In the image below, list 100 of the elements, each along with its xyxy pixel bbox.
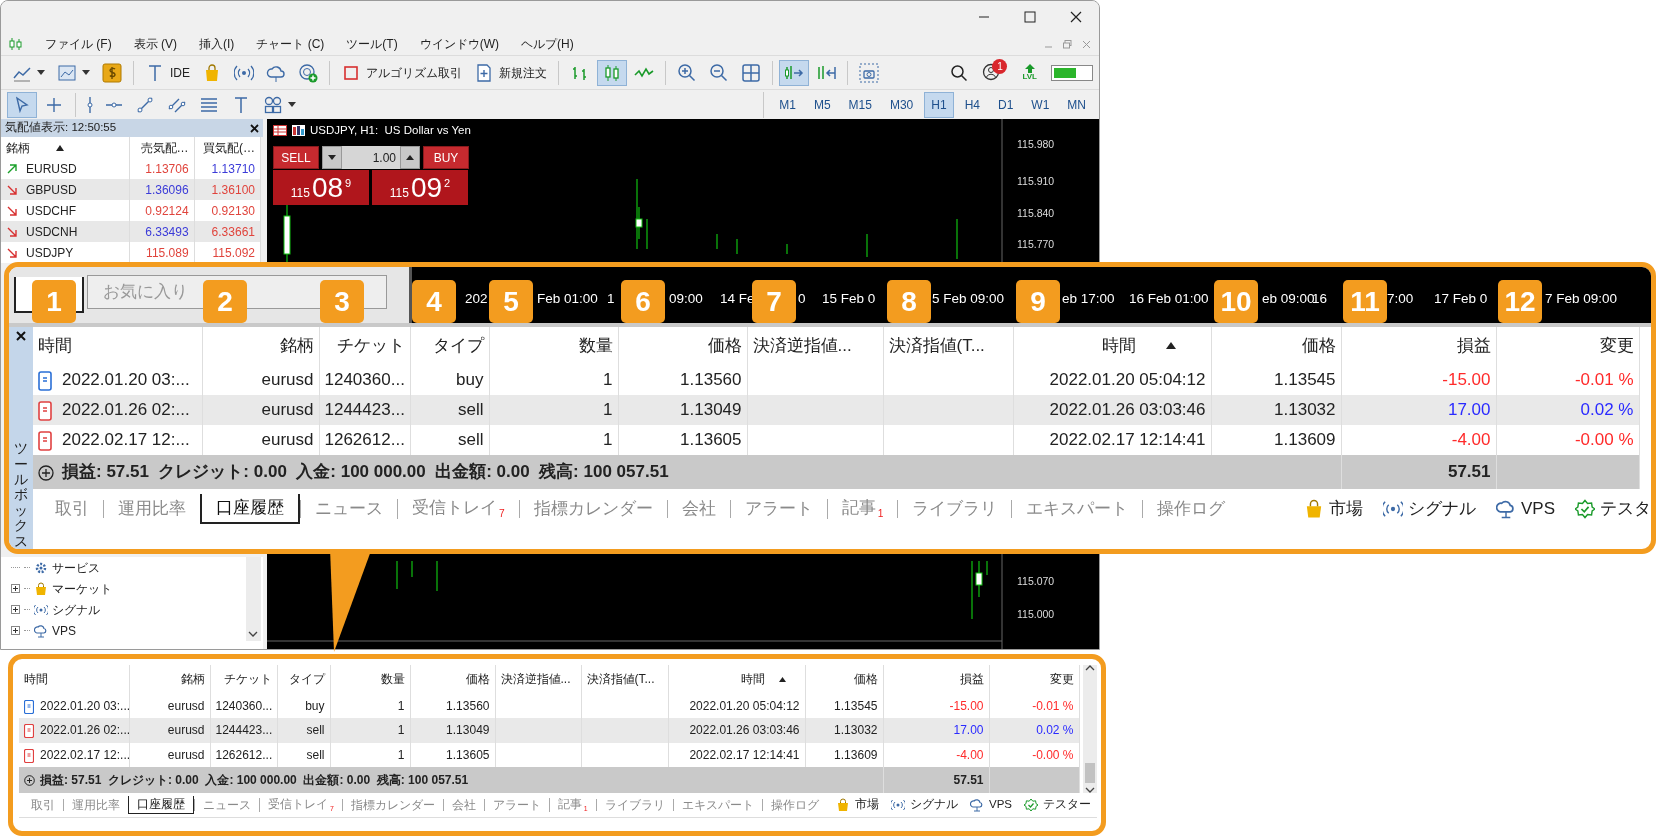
restore-icon[interactable] xyxy=(1063,39,1072,49)
menu-item[interactable]: 挿入(I) xyxy=(199,35,235,53)
timeframe-button[interactable]: M30 xyxy=(882,91,921,118)
panel-tab[interactable]: ライブラリ xyxy=(897,499,1012,519)
column-header[interactable]: 決済指値(T... xyxy=(581,665,668,694)
notifications-button[interactable]: 1 xyxy=(982,62,1009,83)
timeframe-button[interactable]: M5 xyxy=(806,91,838,118)
panel-tab[interactable]: 操作ログ xyxy=(1142,499,1240,519)
arrow-up-icon[interactable] xyxy=(406,155,414,160)
timeframe-button[interactable]: H4 xyxy=(957,91,987,118)
menu-item[interactable]: ヘルプ(H) xyxy=(521,35,574,53)
panel-tab[interactable]: 受信トレイ $_{7}$ xyxy=(259,797,342,813)
column-header[interactable]: チケット xyxy=(319,327,410,365)
scrollbar[interactable] xyxy=(246,557,261,641)
expand-icon[interactable] xyxy=(11,605,20,614)
column-header[interactable]: チケット xyxy=(210,665,277,694)
timeframe-button[interactable]: H1 xyxy=(924,91,954,118)
market-tab[interactable]: 市場 xyxy=(836,796,879,814)
column-header[interactable]: 価格 xyxy=(410,665,495,694)
panel-tab[interactable]: エキスパート xyxy=(1011,499,1143,519)
panel-tab[interactable]: 取引 xyxy=(23,798,63,812)
chart-list-icon[interactable] xyxy=(273,125,287,137)
expand-icon[interactable] xyxy=(24,775,35,787)
panel-tab[interactable]: ライブラリ xyxy=(595,798,673,812)
close-icon[interactable] xyxy=(1070,11,1082,23)
chevron-up-icon[interactable] xyxy=(1085,665,1095,671)
column-header[interactable]: 決済逆指値... xyxy=(747,327,883,365)
expand-icon[interactable] xyxy=(11,584,20,593)
ide-button[interactable]: IDE xyxy=(140,59,195,86)
menu-item[interactable]: ウインドウ(W) xyxy=(419,35,499,53)
timeframe-button[interactable]: D1 xyxy=(991,91,1021,118)
column-header[interactable]: 価格 xyxy=(1211,327,1341,365)
panel-tab[interactable]: 指標カレンダー xyxy=(518,499,667,519)
expand-icon[interactable] xyxy=(11,626,20,635)
column-header[interactable]: 変更 xyxy=(1496,327,1639,365)
navigator-item[interactable]: シグナル xyxy=(1,599,263,620)
candles-button[interactable] xyxy=(597,59,627,86)
order-button[interactable]: 新規注文 xyxy=(469,59,552,86)
chevron-down-icon[interactable] xyxy=(1085,787,1095,793)
scrollbar[interactable] xyxy=(1083,665,1097,793)
column-header[interactable]: 時間 xyxy=(1013,327,1211,365)
panel-tab[interactable]: 受信トレイ$_{7}$ xyxy=(397,498,519,520)
timeframe-button[interactable]: M1 xyxy=(772,91,803,118)
arrow-down-icon[interactable] xyxy=(328,155,336,160)
cursor-tool-button[interactable] xyxy=(7,91,37,118)
panel-tab[interactable]: 口座履歴 xyxy=(200,493,300,525)
panel-tab[interactable]: アラート xyxy=(483,798,549,812)
timeframe-button[interactable]: MN xyxy=(1060,91,1093,118)
vps-tab[interactable]: VPS xyxy=(1495,496,1555,522)
panel-tab[interactable]: エキスパート xyxy=(672,798,762,812)
column-header[interactable]: タイプ xyxy=(277,665,330,694)
navigator-item[interactable]: サービス xyxy=(1,557,263,578)
column-header[interactable]: 売気配… xyxy=(129,137,195,158)
column-header[interactable]: 数量 xyxy=(330,665,410,694)
column-header[interactable]: 価格 xyxy=(805,665,883,694)
column-header[interactable]: 買気配(… xyxy=(194,137,261,158)
panel-tab[interactable]: 指標カレンダー xyxy=(341,798,443,812)
column-header[interactable]: 時間 xyxy=(668,665,805,694)
autoscroll-button[interactable] xyxy=(779,59,809,86)
column-header[interactable]: 価格 xyxy=(618,327,747,365)
sell-button[interactable]: SELL xyxy=(273,146,319,169)
panel-tab[interactable]: 記事$_{1}$ xyxy=(826,498,898,520)
column-header[interactable]: 時間 xyxy=(19,665,129,694)
column-header[interactable]: 銘柄 xyxy=(1,137,130,158)
scroll-thumb[interactable] xyxy=(1085,763,1095,783)
panel-tab[interactable]: 会社 xyxy=(442,798,484,812)
column-header[interactable]: 損益 xyxy=(883,665,989,694)
panel-tab[interactable]: 口座履歴 xyxy=(128,796,194,814)
close-icon[interactable] xyxy=(16,331,26,341)
chart-bars-icon[interactable] xyxy=(292,125,305,137)
algo-button[interactable]: アルゴリズム取引 xyxy=(336,59,467,86)
column-header[interactable]: 決済逆指値... xyxy=(495,665,581,694)
buy-button[interactable]: BUY xyxy=(423,146,469,169)
signal-tab[interactable]: シグナル xyxy=(891,796,958,814)
panel-tab[interactable]: アラート xyxy=(729,499,827,519)
menu-item[interactable]: 表示 (V) xyxy=(133,35,177,53)
navigator-item[interactable]: VPS xyxy=(1,620,263,641)
panel-tab[interactable]: 操作ログ xyxy=(761,798,827,812)
column-header[interactable]: 損益 xyxy=(1341,327,1496,365)
column-header[interactable]: 数量 xyxy=(489,327,618,365)
search-icon[interactable] xyxy=(950,63,969,82)
signal-tab[interactable]: シグナル xyxy=(1382,496,1476,522)
menu-item[interactable]: ツール(T) xyxy=(346,35,398,53)
timeframe-button[interactable]: M15 xyxy=(841,91,879,118)
column-header[interactable]: 銘柄 xyxy=(129,665,210,694)
panel-tab[interactable]: ニュース xyxy=(194,798,259,812)
column-header[interactable]: 時間 xyxy=(33,327,202,365)
column-header[interactable]: 銘柄 xyxy=(202,327,319,365)
menu-item[interactable]: チャート (C) xyxy=(256,35,325,53)
vps-tab[interactable]: VPS xyxy=(970,796,1012,814)
expand-icon[interactable] xyxy=(38,464,54,481)
panel-tab[interactable]: 取引 xyxy=(41,499,103,519)
column-header[interactable]: タイプ xyxy=(410,327,489,365)
navigator-item[interactable]: マーケット xyxy=(1,578,263,599)
column-header[interactable]: 変更 xyxy=(989,665,1079,694)
timeframe-button[interactable]: W1 xyxy=(1024,91,1057,118)
maximize-icon[interactable] xyxy=(1024,11,1036,23)
tester-tab[interactable]: テスタ xyxy=(1575,496,1651,522)
tester-tab[interactable]: テスター xyxy=(1024,796,1091,814)
volume-field[interactable]: 1.00 xyxy=(322,146,420,169)
